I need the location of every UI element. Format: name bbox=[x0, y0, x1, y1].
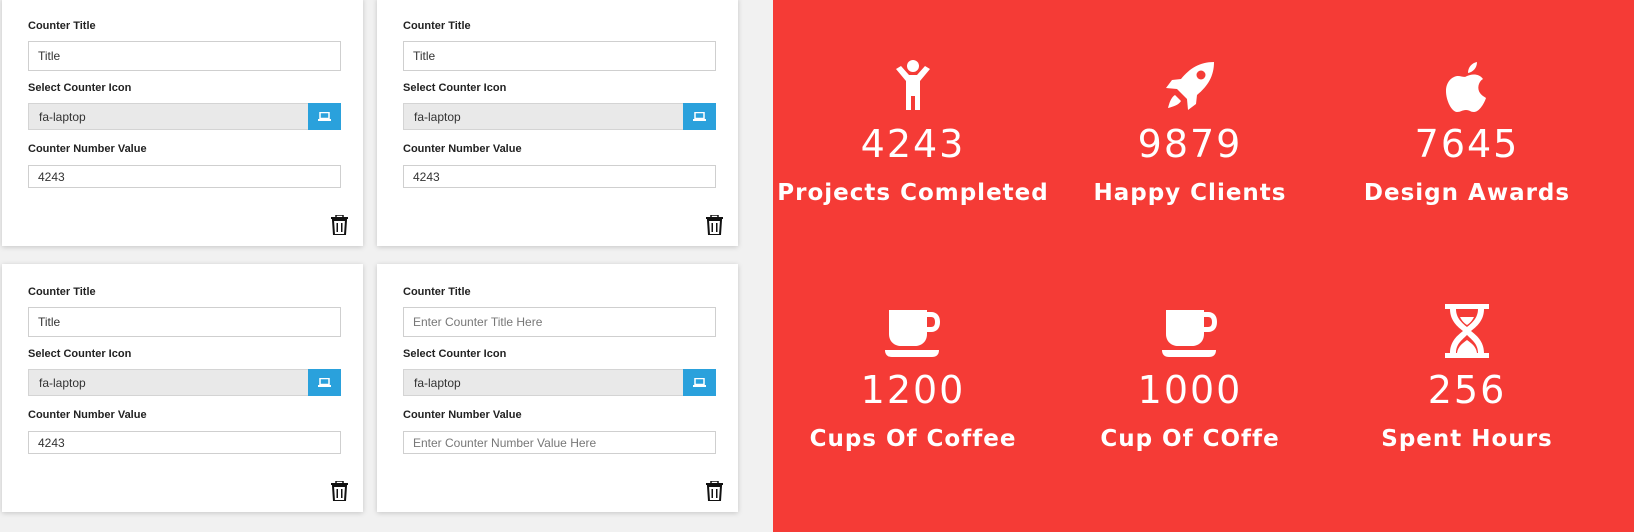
counter-number-input[interactable] bbox=[403, 165, 716, 188]
counter-icon-input[interactable] bbox=[28, 103, 308, 130]
delete-counter-button[interactable] bbox=[329, 480, 349, 502]
counter-item: 7645 Design Awards bbox=[1327, 54, 1607, 206]
icon-picker-button[interactable] bbox=[308, 103, 341, 130]
counter-value: 7645 bbox=[1414, 122, 1520, 166]
counter-icon-input[interactable] bbox=[403, 103, 683, 130]
laptop-icon bbox=[693, 378, 706, 387]
counter-icon-input[interactable] bbox=[28, 369, 308, 396]
counter-title-label: Counter Title bbox=[28, 286, 96, 298]
trash-icon bbox=[705, 215, 723, 235]
counter-editor-card: Counter Title Select Counter Icon Counte… bbox=[377, 0, 738, 246]
trash-icon bbox=[330, 481, 348, 501]
counter-label: Spent Hours bbox=[1381, 426, 1553, 452]
counter-preview-panel: 4243 Projects Completed 9879 Happy Clien… bbox=[773, 0, 1634, 532]
counter-number-label: Counter Number Value bbox=[28, 143, 147, 155]
child-icon bbox=[896, 60, 930, 110]
counter-number-label: Counter Number Value bbox=[28, 409, 147, 421]
counter-value: 1000 bbox=[1137, 368, 1243, 412]
icon-picker-button[interactable] bbox=[683, 103, 716, 130]
icon-select-group bbox=[403, 103, 716, 130]
counter-value: 256 bbox=[1427, 368, 1507, 412]
rocket-icon bbox=[1166, 62, 1214, 110]
icon-picker-button[interactable] bbox=[683, 369, 716, 396]
counter-label: Projects Completed bbox=[777, 180, 1049, 206]
counter-icon-label: Select Counter Icon bbox=[403, 348, 507, 360]
apple-icon bbox=[1446, 62, 1486, 112]
counter-number-input[interactable] bbox=[28, 431, 341, 454]
counter-title-input[interactable] bbox=[403, 307, 716, 337]
counter-item: 1000 Cup Of COffe bbox=[1050, 300, 1330, 452]
coffee-icon bbox=[885, 310, 940, 357]
counter-label: Happy Clients bbox=[1093, 180, 1287, 206]
counter-icon-label: Select Counter Icon bbox=[403, 82, 507, 94]
counter-value: 1200 bbox=[860, 368, 966, 412]
counter-title-input[interactable] bbox=[28, 307, 341, 337]
counter-title-label: Counter Title bbox=[403, 20, 471, 32]
delete-counter-button[interactable] bbox=[329, 214, 349, 236]
icon-picker-button[interactable] bbox=[308, 369, 341, 396]
counter-item: 4243 Projects Completed bbox=[773, 54, 1053, 206]
counter-number-label: Counter Number Value bbox=[403, 409, 522, 421]
counter-title-label: Counter Title bbox=[28, 20, 96, 32]
counter-icon-input[interactable] bbox=[403, 369, 683, 396]
delete-counter-button[interactable] bbox=[704, 214, 724, 236]
icon-select-group bbox=[28, 369, 341, 396]
counter-number-label: Counter Number Value bbox=[403, 143, 522, 155]
counter-icon-label: Select Counter Icon bbox=[28, 82, 132, 94]
laptop-icon bbox=[318, 378, 331, 387]
counter-number-input[interactable] bbox=[28, 165, 341, 188]
counter-label: Design Awards bbox=[1363, 180, 1571, 206]
counter-value: 9879 bbox=[1137, 122, 1243, 166]
counter-title-input[interactable] bbox=[403, 41, 716, 71]
icon-select-group bbox=[403, 369, 716, 396]
counter-item: 256 Spent Hours bbox=[1327, 300, 1607, 452]
counter-editor-card: Counter Title Select Counter Icon Counte… bbox=[2, 0, 363, 246]
counter-editor-card: Counter Title Select Counter Icon Counte… bbox=[2, 264, 363, 512]
trash-icon bbox=[705, 481, 723, 501]
coffee-icon bbox=[1162, 310, 1217, 357]
laptop-icon bbox=[318, 112, 331, 121]
laptop-icon bbox=[693, 112, 706, 121]
counter-value: 4243 bbox=[860, 122, 966, 166]
counter-item: 9879 Happy Clients bbox=[1050, 54, 1330, 206]
counter-item: 1200 Cups Of Coffee bbox=[773, 300, 1053, 452]
trash-icon bbox=[330, 215, 348, 235]
delete-counter-button[interactable] bbox=[704, 480, 724, 502]
counter-label: Cup Of COffe bbox=[1100, 426, 1280, 452]
counter-title-input[interactable] bbox=[28, 41, 341, 71]
counter-icon-label: Select Counter Icon bbox=[28, 348, 132, 360]
counter-title-label: Counter Title bbox=[403, 286, 471, 298]
counter-editor-card: Counter Title Select Counter Icon Counte… bbox=[377, 264, 738, 512]
hourglass-icon bbox=[1445, 304, 1489, 358]
icon-select-group bbox=[28, 103, 341, 130]
counter-number-input[interactable] bbox=[403, 431, 716, 454]
counter-label: Cups Of Coffee bbox=[809, 426, 1017, 452]
